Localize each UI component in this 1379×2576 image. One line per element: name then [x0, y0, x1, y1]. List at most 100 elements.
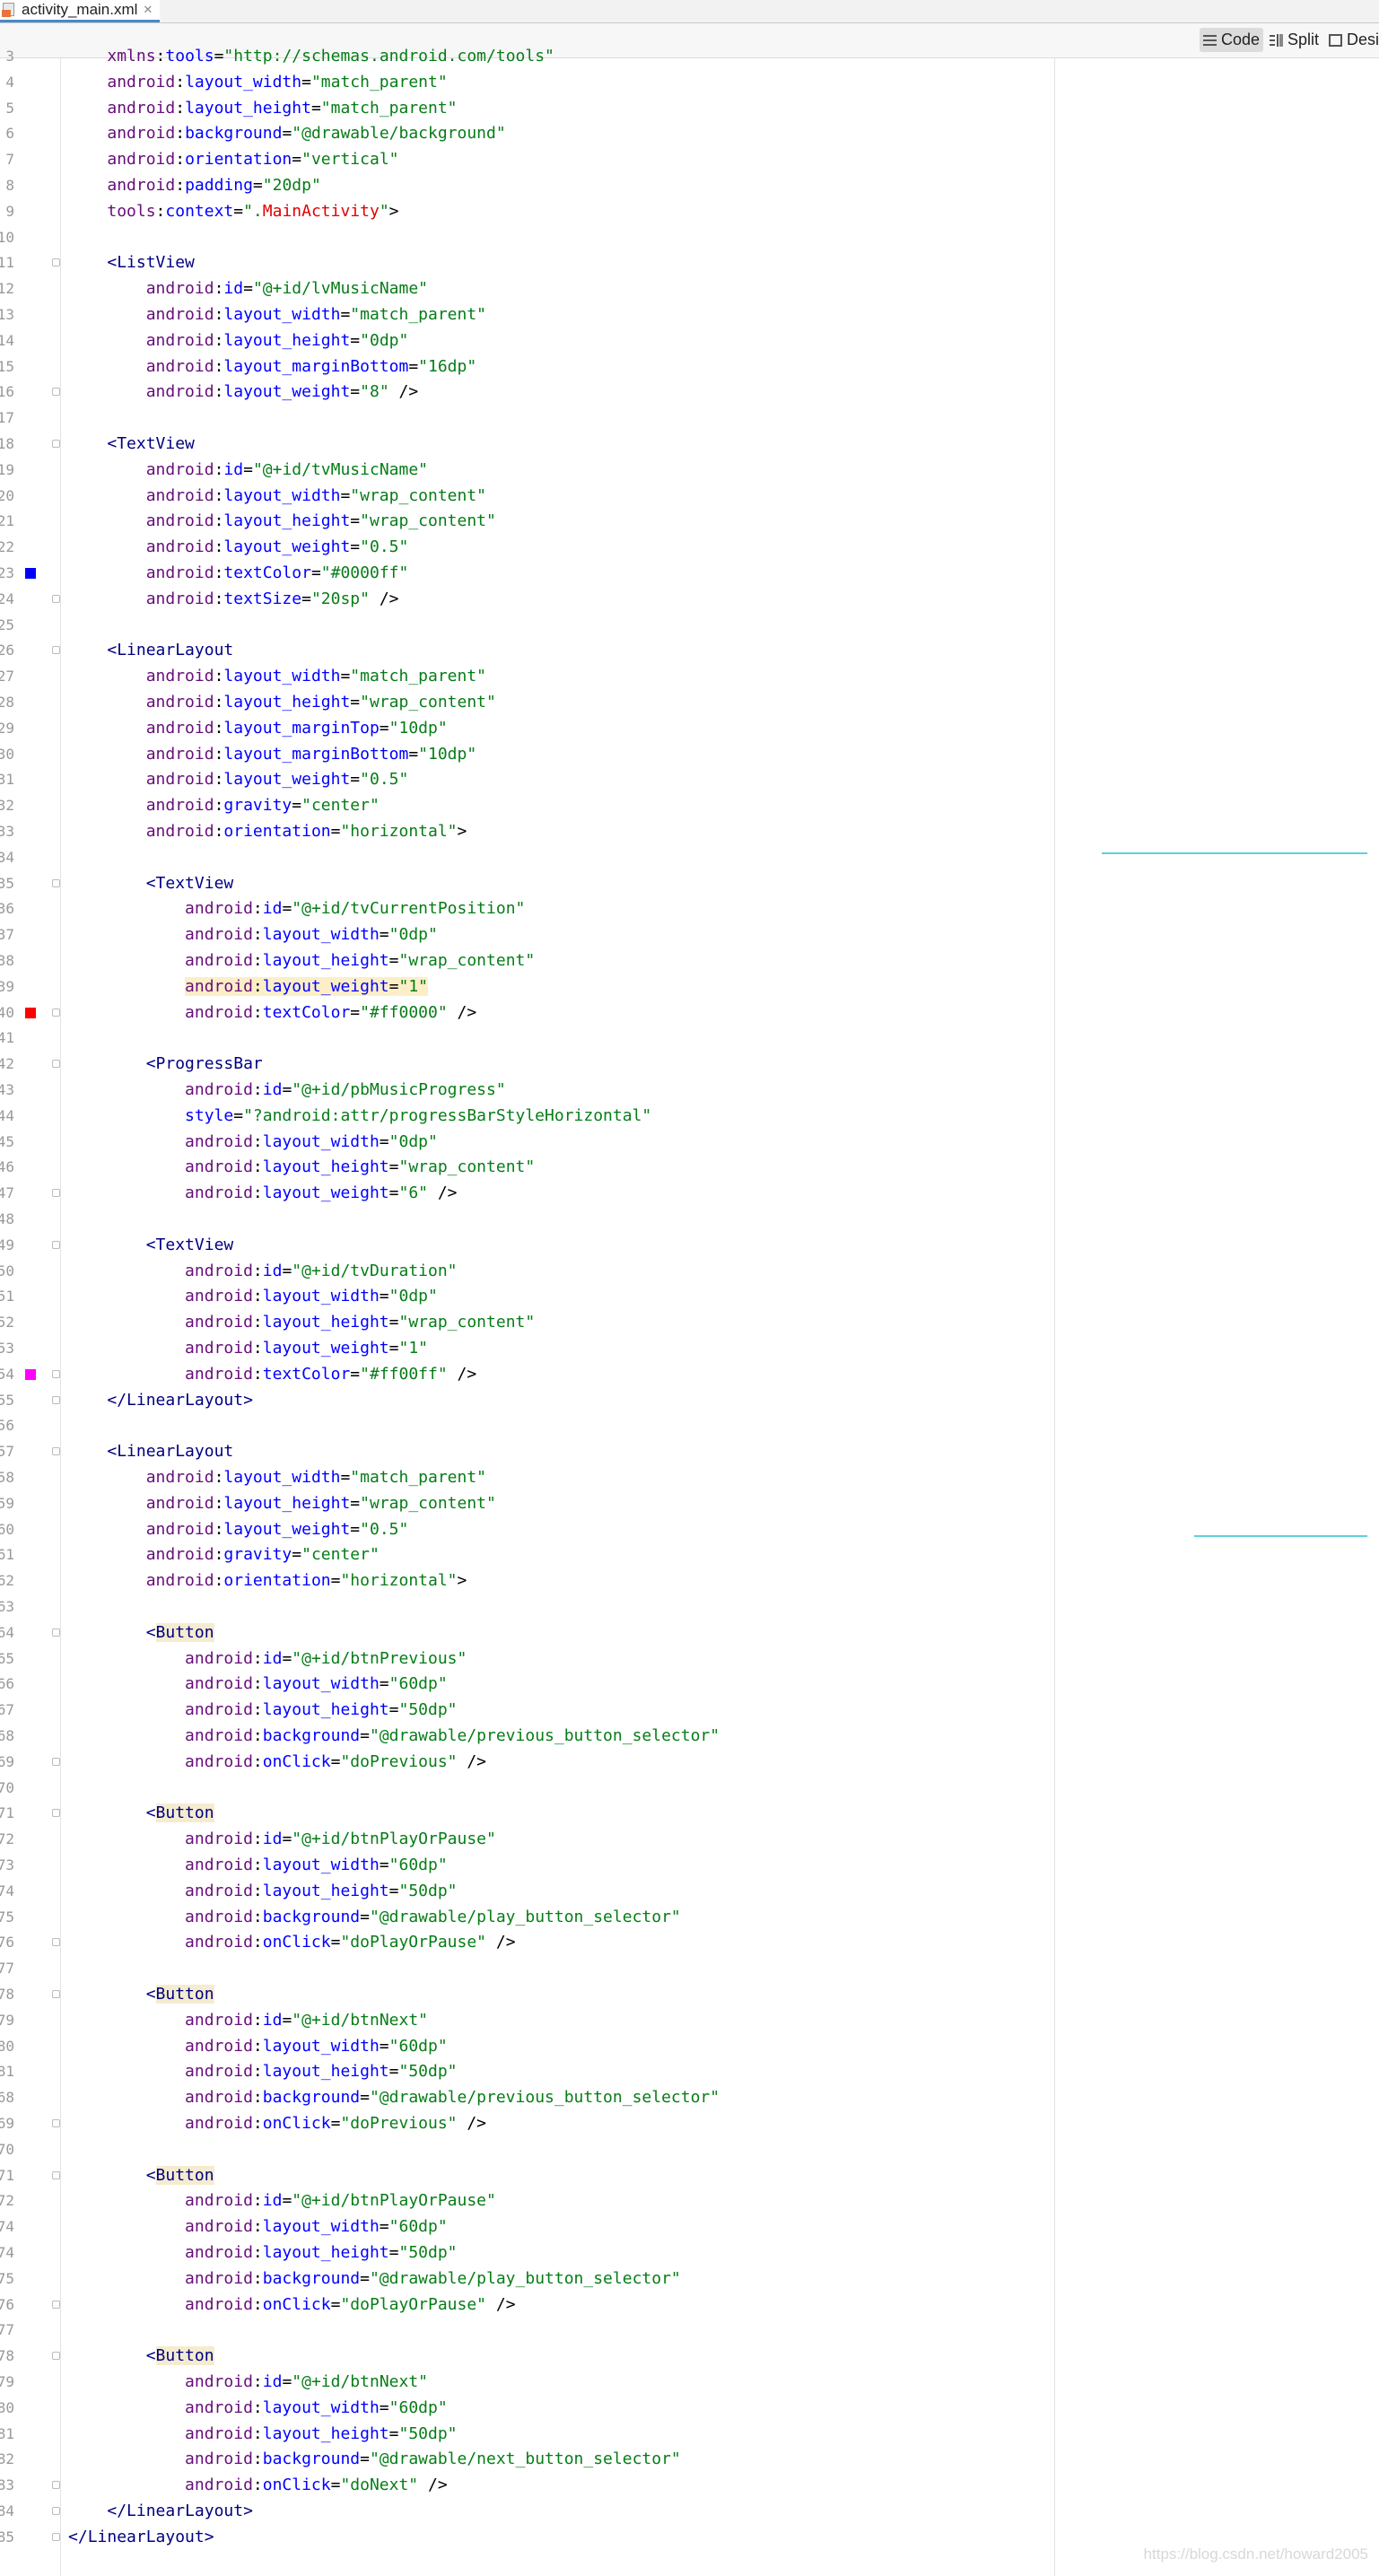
fold-toggle-icon[interactable] [52, 2507, 60, 2515]
code-line[interactable]: 50 android:id="@+id/tvDuration" [0, 1259, 1054, 1284]
design-view-button[interactable]: Design [1325, 28, 1379, 52]
code-line[interactable]: 48 [0, 1207, 1054, 1232]
code-line[interactable]: 32 android:gravity="center" [0, 793, 1054, 818]
code-line[interactable]: 3 xmlns:tools="http://schemas.android.co… [0, 44, 1054, 69]
close-tab-icon[interactable]: ✕ [143, 4, 153, 17]
code-line[interactable]: 9 tools:context=".MainActivity"> [0, 199, 1054, 224]
code-line[interactable]: 17 [0, 406, 1054, 431]
code-line[interactable]: 24 android:textSize="20sp" /> [0, 587, 1054, 612]
code-line[interactable]: 70 [0, 2137, 1054, 2162]
fold-toggle-icon[interactable] [52, 1990, 60, 1998]
code-line[interactable]: 43 android:id="@+id/pbMusicProgress" [0, 1078, 1054, 1103]
code-line[interactable]: 49 <TextView [0, 1233, 1054, 1258]
fold-toggle-icon[interactable] [52, 1060, 60, 1069]
fold-toggle-icon[interactable] [52, 440, 60, 448]
code-line[interactable]: 18 <TextView [0, 432, 1054, 457]
code-line[interactable]: 78 <Button [0, 1982, 1054, 2007]
code-line[interactable]: 79 android:id="@+id/btnNext" [0, 2008, 1054, 2033]
code-line[interactable]: 62 android:orientation="horizontal"> [0, 1568, 1054, 1594]
color-swatch-icon[interactable] [25, 1368, 36, 1380]
fold-toggle-icon[interactable] [52, 1628, 60, 1637]
color-swatch-icon[interactable] [25, 568, 36, 579]
code-line[interactable]: 34 [0, 845, 1054, 870]
code-line[interactable]: 58 android:layout_width="match_parent" [0, 1465, 1054, 1490]
code-line[interactable]: 75 android:background="@drawable/play_bu… [0, 1905, 1054, 1930]
code-line[interactable]: 56 [0, 1413, 1054, 1438]
code-line[interactable]: 69 android:onClick="doPrevious" /> [0, 2111, 1054, 2136]
code-line[interactable]: 36 android:id="@+id/tvCurrentPosition" [0, 896, 1054, 921]
code-line[interactable]: 23 android:textColor="#0000ff" [0, 561, 1054, 586]
code-line[interactable]: 13 android:layout_width="match_parent" [0, 302, 1054, 327]
fold-toggle-icon[interactable] [52, 388, 60, 397]
split-view-button[interactable]: Split [1266, 28, 1322, 52]
fold-toggle-icon[interactable] [52, 2532, 60, 2541]
code-line[interactable]: 59 android:layout_height="wrap_content" [0, 1491, 1054, 1516]
code-line[interactable]: 76 android:onClick="doPlayOrPause" /> [0, 2292, 1054, 2318]
code-line[interactable]: 7 android:orientation="vertical" [0, 147, 1054, 172]
code-line[interactable]: 76 android:onClick="doPlayOrPause" /> [0, 1930, 1054, 1955]
code-line[interactable]: 68 android:background="@drawable/previou… [0, 2085, 1054, 2110]
fold-toggle-icon[interactable] [52, 1938, 60, 1947]
code-line[interactable]: 5 android:layout_height="match_parent" [0, 96, 1054, 121]
code-line[interactable]: 27 android:layout_width="match_parent" [0, 664, 1054, 689]
code-line[interactable]: 11 <ListView [0, 250, 1054, 275]
code-line[interactable]: 15 android:layout_marginBottom="16dp" [0, 354, 1054, 380]
fold-toggle-icon[interactable] [52, 594, 60, 603]
fold-toggle-icon[interactable] [52, 1369, 60, 1378]
code-line[interactable]: 30 android:layout_marginBottom="10dp" [0, 742, 1054, 767]
code-line[interactable]: 44 style="?android:attr/progressBarStyle… [0, 1104, 1054, 1129]
fold-toggle-icon[interactable] [52, 2300, 60, 2309]
code-line[interactable]: 74 android:layout_width="60dp" [0, 2214, 1054, 2240]
code-line[interactable]: 60 android:layout_weight="0.5" [0, 1517, 1054, 1542]
code-line[interactable]: 20 android:layout_width="wrap_content" [0, 484, 1054, 509]
fold-toggle-icon[interactable] [52, 1240, 60, 1249]
fold-toggle-icon[interactable] [52, 2119, 60, 2127]
fold-toggle-icon[interactable] [52, 2170, 60, 2179]
code-line[interactable]: 37 android:layout_width="0dp" [0, 922, 1054, 947]
code-line[interactable]: 71 <Button [0, 1801, 1054, 1826]
code-line[interactable]: 41 [0, 1026, 1054, 1051]
fold-toggle-icon[interactable] [52, 1447, 60, 1456]
code-line[interactable]: 68 android:background="@drawable/previou… [0, 1724, 1054, 1749]
code-line[interactable]: 53 android:layout_weight="1" [0, 1336, 1054, 1361]
code-line[interactable]: 4 android:layout_width="match_parent" [0, 70, 1054, 95]
fold-toggle-icon[interactable] [52, 646, 60, 655]
fold-toggle-icon[interactable] [52, 2481, 60, 2490]
fold-toggle-icon[interactable] [52, 1757, 60, 1766]
code-line[interactable]: 21 android:layout_height="wrap_content" [0, 509, 1054, 534]
fold-toggle-icon[interactable] [52, 1008, 60, 1017]
code-line[interactable]: 81 android:layout_height="50dp" [0, 2059, 1054, 2084]
code-line[interactable]: 83 android:onClick="doNext" /> [0, 2473, 1054, 2498]
code-line[interactable]: 29 android:layout_marginTop="10dp" [0, 716, 1054, 741]
fold-toggle-icon[interactable] [52, 1395, 60, 1404]
code-line[interactable]: 31 android:layout_weight="0.5" [0, 767, 1054, 792]
code-line[interactable]: 70 [0, 1776, 1054, 1801]
code-line[interactable]: 80 android:layout_width="60dp" [0, 2034, 1054, 2059]
code-line[interactable]: 25 [0, 613, 1054, 638]
code-line[interactable]: 79 android:id="@+id/btnNext" [0, 2370, 1054, 2395]
code-line[interactable]: 77 [0, 1956, 1054, 1981]
code-line[interactable]: 14 android:layout_height="0dp" [0, 328, 1054, 354]
fold-toggle-icon[interactable] [52, 2352, 60, 2361]
code-line[interactable]: 75 android:background="@drawable/play_bu… [0, 2266, 1054, 2292]
code-line[interactable]: 82 android:background="@drawable/next_bu… [0, 2447, 1054, 2472]
code-line[interactable]: 8 android:padding="20dp" [0, 173, 1054, 198]
code-line[interactable]: 28 android:layout_height="wrap_content" [0, 690, 1054, 715]
code-line[interactable]: 74 android:layout_height="50dp" [0, 1879, 1054, 1904]
code-line[interactable]: 72 android:id="@+id/btnPlayOrPause" [0, 1827, 1054, 1852]
code-line[interactable]: 80 android:layout_width="60dp" [0, 2396, 1054, 2421]
code-line[interactable]: 69 android:onClick="doPrevious" /> [0, 1750, 1054, 1775]
code-line[interactable]: 39 android:layout_weight="1" [0, 974, 1054, 1000]
code-line[interactable]: 71 <Button [0, 2163, 1054, 2188]
code-line[interactable]: 46 android:layout_height="wrap_content" [0, 1155, 1054, 1180]
code-line[interactable]: 84 </LinearLayout> [0, 2499, 1054, 2524]
code-line[interactable]: 22 android:layout_weight="0.5" [0, 535, 1054, 560]
fold-toggle-icon[interactable] [52, 1189, 60, 1198]
code-line[interactable]: 73 android:layout_width="60dp" [0, 1853, 1054, 1878]
code-line[interactable]: 26 <LinearLayout [0, 638, 1054, 663]
code-line[interactable]: 10 [0, 225, 1054, 250]
code-line[interactable]: 47 android:layout_weight="6" /> [0, 1181, 1054, 1206]
code-line[interactable]: 65 android:id="@+id/btnPrevious" [0, 1646, 1054, 1672]
code-line[interactable]: 74 android:layout_height="50dp" [0, 2240, 1054, 2266]
fold-toggle-icon[interactable] [52, 258, 60, 267]
